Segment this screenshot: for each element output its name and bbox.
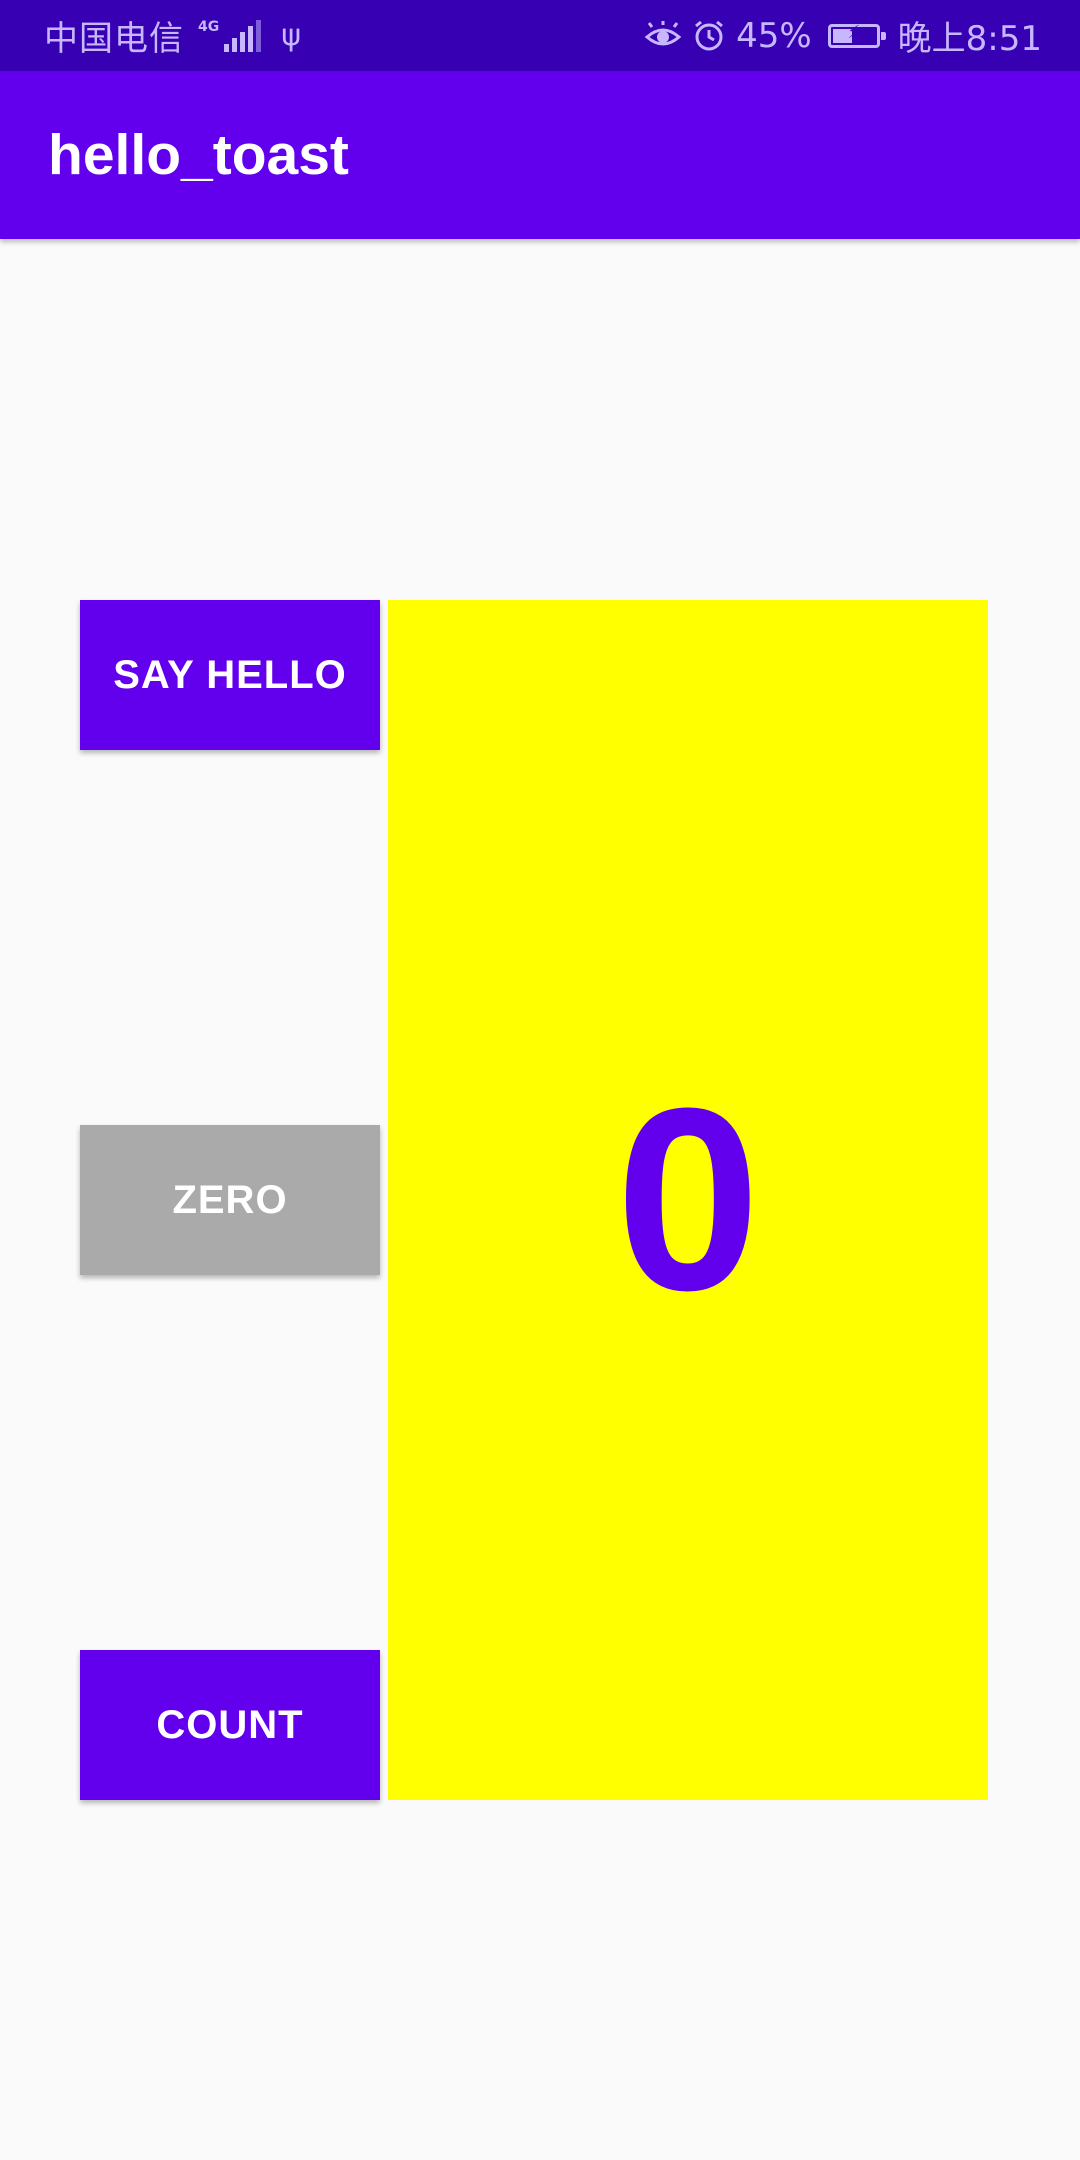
- signal-icon: 4G: [198, 18, 262, 52]
- zero-button[interactable]: ZERO: [80, 1125, 380, 1275]
- app-bar: hello_toast: [0, 71, 1080, 239]
- battery-cap: [880, 31, 886, 40]
- count-value: 0: [615, 1055, 761, 1345]
- usb-icon: ψ: [281, 18, 302, 53]
- status-bar: 中国电信 4G ψ 45% ⚡ 晚上8:51: [0, 0, 1080, 71]
- count-display: 0: [388, 600, 988, 1800]
- clock: 晚上8:51: [897, 19, 1042, 59]
- battery-charging-icon: ⚡: [827, 21, 886, 48]
- count-button[interactable]: COUNT: [80, 1650, 380, 1800]
- eye-comfort-icon: [644, 20, 682, 45]
- charging-bolt-icon: ⚡: [847, 21, 860, 43]
- network-type-label: 4G: [198, 18, 220, 35]
- alarm-icon: [695, 20, 723, 50]
- battery-percent: 45%: [736, 15, 812, 56]
- status-bar-right: 45% ⚡ 晚上8:51: [644, 11, 1042, 60]
- carrier-label: 中国电信: [44, 19, 184, 59]
- say-hello-button[interactable]: SAY HELLO: [80, 600, 380, 750]
- app-title: hello_toast: [48, 123, 349, 187]
- status-bar-left: 中国电信 4G ψ: [44, 11, 301, 60]
